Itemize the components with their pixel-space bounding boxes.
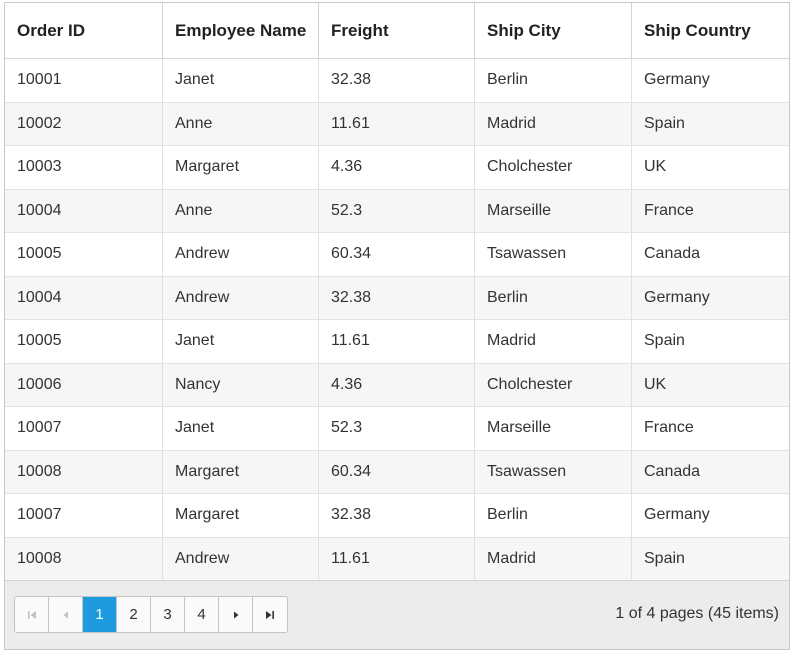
cell-order-id: 10008	[5, 537, 163, 580]
cell-employee-name: Margaret	[163, 146, 319, 189]
grid-pager: 1 2 3 4 1 of 4 pages (45 items)	[5, 580, 789, 649]
cell-freight: 4.36	[319, 363, 475, 406]
cell-order-id: 10005	[5, 233, 163, 276]
table-row[interactable]: 10005 Janet 11.61 Madrid Spain	[5, 320, 789, 364]
cell-employee-name: Margaret	[163, 494, 319, 537]
cell-freight: 60.34	[319, 233, 475, 276]
previous-page-icon	[63, 611, 68, 618]
cell-employee-name: Nancy	[163, 363, 319, 406]
cell-ship-country: Germany	[644, 71, 710, 89]
cell-freight: 11.61	[319, 537, 475, 580]
cell-freight: 52.3	[319, 189, 475, 232]
cell-ship-country: Canada	[644, 245, 701, 263]
page-button-4[interactable]: 4	[185, 597, 219, 632]
page-button-3[interactable]: 3	[151, 597, 185, 632]
cell-freight: 52.3	[319, 407, 475, 450]
table-row[interactable]: 10008 Andrew 11.61 Madrid Spain	[5, 537, 789, 581]
cell-order-id: 10001	[5, 59, 163, 102]
table-row[interactable]: 10001 Janet 32.38 Berlin Germany	[5, 59, 789, 103]
cell-ship-country: UK	[644, 158, 667, 176]
table-row[interactable]: 10006 Nancy 4.36 Cholchester UK	[5, 363, 789, 407]
column-header-employee-name[interactable]: Employee Name	[163, 3, 319, 58]
cell-ship-city: Berlin	[475, 59, 632, 102]
column-header-order-id[interactable]: Order ID	[5, 3, 163, 58]
table-row[interactable]: 10007 Margaret 32.38 Berlin Germany	[5, 494, 789, 538]
next-page-button[interactable]	[219, 597, 253, 632]
cell-ship-country: Canada	[644, 462, 701, 480]
cell-freight: 32.38	[319, 494, 475, 537]
cell-ship-country: Germany	[644, 506, 710, 524]
first-page-icon	[27, 610, 36, 619]
cell-ship-city: Madrid	[475, 102, 632, 145]
cell-ship-country: UK	[644, 375, 667, 393]
cell-employee-name: Andrew	[163, 537, 319, 580]
page-button-2[interactable]: 2	[117, 597, 151, 632]
cell-freight: 4.36	[319, 146, 475, 189]
cell-freight: 32.38	[319, 59, 475, 102]
cell-ship-city: Tsawassen	[475, 450, 632, 493]
cell-employee-name: Janet	[163, 407, 319, 450]
previous-page-button[interactable]	[49, 597, 83, 632]
table-row[interactable]: 10008 Margaret 60.34 Tsawassen Canada	[5, 450, 789, 494]
table-row[interactable]: 10002 Anne 11.61 Madrid Spain	[5, 102, 789, 146]
cell-order-id: 10004	[5, 276, 163, 319]
cell-freight: 11.61	[319, 102, 475, 145]
page-button-1[interactable]: 1	[83, 597, 117, 632]
cell-ship-country: France	[644, 201, 694, 219]
cell-order-id: 10003	[5, 146, 163, 189]
column-header-ship-city[interactable]: Ship City	[475, 3, 632, 58]
cell-order-id: 10002	[5, 102, 163, 145]
cell-freight: 60.34	[319, 450, 475, 493]
cell-ship-city: Berlin	[475, 494, 632, 537]
table-row[interactable]: 10003 Margaret 4.36 Cholchester UK	[5, 146, 789, 190]
cell-ship-city: Madrid	[475, 320, 632, 363]
table-row[interactable]: 10005 Andrew 60.34 Tsawassen Canada	[5, 233, 789, 277]
cell-ship-city: Marseille	[475, 189, 632, 232]
table-row[interactable]: 10004 Andrew 32.38 Berlin Germany	[5, 276, 789, 320]
cell-freight: 11.61	[319, 320, 475, 363]
cell-ship-country: Spain	[644, 549, 685, 567]
cell-ship-city: Cholchester	[475, 146, 632, 189]
cell-employee-name: Andrew	[163, 233, 319, 276]
cell-order-id: 10007	[5, 494, 163, 537]
cell-ship-city: Marseille	[475, 407, 632, 450]
cell-employee-name: Margaret	[163, 450, 319, 493]
pager-info: 1 of 4 pages (45 items)	[615, 604, 779, 622]
cell-ship-country: Spain	[644, 114, 685, 132]
cell-ship-city: Madrid	[475, 537, 632, 580]
cell-ship-city: Tsawassen	[475, 233, 632, 276]
cell-employee-name: Janet	[163, 59, 319, 102]
last-page-icon	[266, 610, 274, 619]
cell-order-id: 10004	[5, 189, 163, 232]
cell-employee-name: Janet	[163, 320, 319, 363]
cell-order-id: 10006	[5, 363, 163, 406]
cell-ship-city: Berlin	[475, 276, 632, 319]
data-grid: Order ID Employee Name Freight Ship City…	[4, 2, 790, 650]
cell-ship-country: Germany	[644, 288, 710, 306]
last-page-button[interactable]	[253, 597, 287, 632]
table-row[interactable]: 10007 Janet 52.3 Marseille France	[5, 407, 789, 451]
cell-order-id: 10005	[5, 320, 163, 363]
cell-ship-city: Cholchester	[475, 363, 632, 406]
grid-header: Order ID Employee Name Freight Ship City…	[5, 3, 789, 59]
next-page-icon	[233, 611, 238, 618]
cell-freight: 32.38	[319, 276, 475, 319]
cell-order-id: 10008	[5, 450, 163, 493]
cell-employee-name: Anne	[163, 102, 319, 145]
first-page-button[interactable]	[15, 597, 49, 632]
table-row[interactable]: 10004 Anne 52.3 Marseille France	[5, 189, 789, 233]
cell-ship-country: Spain	[644, 332, 685, 350]
cell-employee-name: Anne	[163, 189, 319, 232]
cell-ship-country: France	[644, 419, 694, 437]
grid-body: 10001 Janet 32.38 Berlin Germany 10002 Anne 11.…	[5, 59, 789, 581]
column-header-ship-country[interactable]: Ship Country	[632, 3, 789, 58]
pager-button-group: 1 2 3 4	[14, 596, 288, 633]
cell-order-id: 10007	[5, 407, 163, 450]
column-header-freight[interactable]: Freight	[319, 3, 475, 58]
cell-employee-name: Andrew	[163, 276, 319, 319]
